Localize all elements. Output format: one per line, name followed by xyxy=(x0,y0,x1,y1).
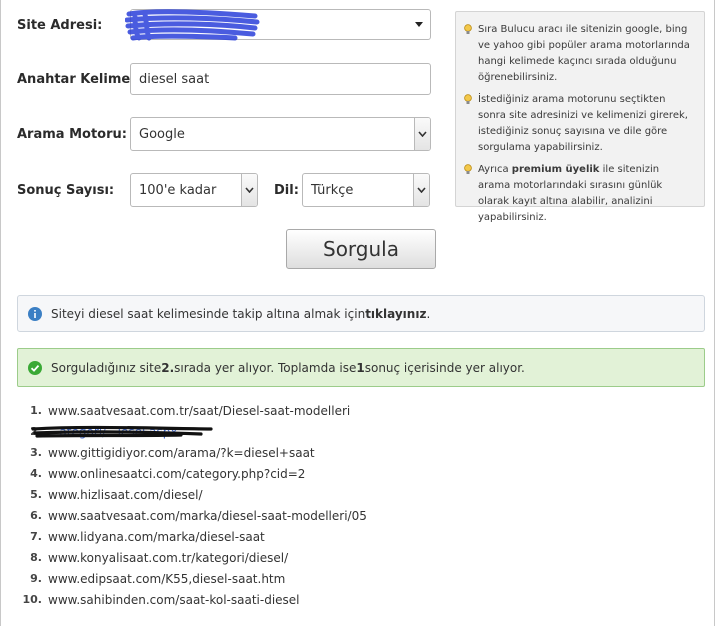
result-rank: 6. xyxy=(30,509,42,522)
language-select[interactable]: Türkçe xyxy=(302,173,430,207)
result-row: 5. www.hizlisaat.com/diesel/ xyxy=(17,484,417,505)
result-url[interactable]: www.sahibinden.com/saat-kol-saati-diesel xyxy=(48,593,300,607)
result-row: 7. www.lidyana.com/marka/diesel-saat xyxy=(17,526,417,547)
chevron-down-icon xyxy=(408,10,430,39)
track-link[interactable]: tıklayınız xyxy=(365,307,426,321)
tracking-info-bar: Siteyi diesel saat kelimesinde takip alt… xyxy=(17,295,705,332)
result-row: 3. www.gittigidiyor.com/arama/?k=diesel+… xyxy=(17,442,417,463)
result-url[interactable]: www.saatvesaat.com/marka/diesel-saat-mod… xyxy=(48,509,367,523)
keyword-label: Anahtar Kelime: xyxy=(17,72,136,87)
language-label: Dil: xyxy=(274,183,299,198)
tip-item: Ayrıca premium üyelik ile sitenizin aram… xyxy=(464,162,694,226)
info-icon xyxy=(28,306,42,321)
result-url[interactable]: www.onlinesaatci.com/category.php?cid=2 xyxy=(48,467,305,481)
result-rank: 1. xyxy=(30,404,42,417)
search-engine-value: Google xyxy=(139,126,185,142)
result-count-select[interactable]: 100'e kadar xyxy=(130,173,258,207)
query-button[interactable]: Sorgula xyxy=(286,229,436,269)
tip-item: İstediğiniz arama motorunu seçtikten son… xyxy=(464,92,694,156)
result-row: 10. www.sahibinden.com/saat-kol-saati-di… xyxy=(17,589,417,610)
result-row: 9. www.edipsaat.com/K55,diesel-saat.htm xyxy=(17,568,417,589)
result-rank: 4. xyxy=(30,467,42,480)
lightbulb-icon xyxy=(464,92,478,156)
total-value: 1 xyxy=(356,360,365,375)
result-rank: 10. xyxy=(22,593,43,606)
info-text: Siteyi diesel saat kelimesinde takip alt… xyxy=(51,306,366,321)
result-row: 6. www.saatvesaat.com/marka/diesel-saat-… xyxy=(17,505,417,526)
result-rank: 9. xyxy=(30,572,42,585)
tips-panel: Sıra Bulucu aracı ile sitenizin google, … xyxy=(455,11,705,223)
result-count-value: 100'e kadar xyxy=(139,182,217,198)
rank-text-1: Sorguladığınız site xyxy=(51,360,162,375)
tip-item: Sıra Bulucu aracı ile sitenizin google, … xyxy=(464,22,694,86)
search-engine-label: Arama Motoru: xyxy=(17,127,127,142)
result-rank: 7. xyxy=(30,530,42,543)
tip-text: İstediğiniz arama motorunu seçtikten son… xyxy=(478,94,688,153)
rank-value: 2. xyxy=(161,360,175,375)
result-row: 4. www.onlinesaatci.com/category.php?cid… xyxy=(17,463,417,484)
rank-text-2: sırada yer alıyor. Toplamda ise xyxy=(174,360,357,375)
result-url[interactable]: www.lidyana.com/marka/diesel-saat xyxy=(48,530,265,544)
result-row: 8. www.konyalisaat.com.tr/kategori/diese… xyxy=(17,547,417,568)
result-url[interactable]: www.konyalisaat.com.tr/kategori/diesel/ xyxy=(48,551,288,565)
check-icon xyxy=(28,360,42,375)
redaction-scribble xyxy=(125,9,260,41)
lightbulb-icon xyxy=(464,22,478,86)
tip-text: Ayrıca premium üyelik ile sitenizin aram… xyxy=(478,162,694,226)
rank-text-3: sonuç içerisinde yer alıyor. xyxy=(364,360,525,375)
result-rank: 3. xyxy=(30,446,42,459)
chevron-down-icon xyxy=(241,174,257,206)
lightbulb-icon xyxy=(464,162,478,226)
keyword-input-value: diesel saat xyxy=(139,71,210,87)
result-count-label: Sonuç Sayısı: xyxy=(17,183,115,198)
rank-result-bar: Sorguladığınız site 2. sırada yer alıyor… xyxy=(17,348,705,387)
tip-text-pre: Ayrıca xyxy=(478,164,512,175)
frame-border-right xyxy=(714,0,715,626)
redaction-scribble xyxy=(31,425,213,438)
site-address-label: Site Adresi: xyxy=(17,18,103,33)
result-url[interactable]: www.hizlisaat.com/diesel/ xyxy=(48,488,203,502)
language-value: Türkçe xyxy=(311,182,354,198)
info-text-end: . xyxy=(426,306,431,321)
premium-membership-text: premium üyelik xyxy=(511,164,600,175)
keyword-input[interactable]: diesel saat xyxy=(130,63,431,95)
result-row: 1. www.saatvesaat.com.tr/saat/Diesel-saa… xyxy=(17,400,417,421)
result-url[interactable]: www.saatvesaat.com.tr/saat/Diesel-saat-m… xyxy=(48,404,350,418)
result-url[interactable]: www.edipsaat.com/K55,diesel-saat.htm xyxy=(48,572,285,586)
result-rank: 5. xyxy=(30,488,42,501)
results-list: 1. www.saatvesaat.com.tr/saat/Diesel-saa… xyxy=(17,400,417,610)
chevron-down-icon xyxy=(414,118,430,150)
tip-text: Sıra Bulucu aracı ile sitenizin google, … xyxy=(478,24,690,83)
chevron-down-icon xyxy=(413,174,429,206)
search-engine-select[interactable]: Google xyxy=(130,117,431,151)
frame-border-left xyxy=(0,0,1,626)
result-rank: 8. xyxy=(30,551,42,564)
result-url[interactable]: www.gittigidiyor.com/arama/?k=diesel+saa… xyxy=(48,446,315,460)
result-row: 2. ...ategori/...iesel.aspx xyxy=(17,421,417,442)
